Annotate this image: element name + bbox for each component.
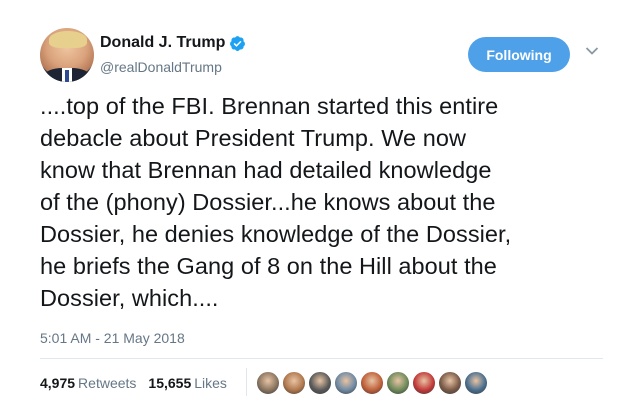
liker-avatar-4[interactable] xyxy=(334,371,358,395)
likes-stat[interactable]: 15,655 Likes xyxy=(148,375,227,391)
tweet-text-line: he briefs the Gang of 8 on the Hill abou… xyxy=(40,253,497,279)
user-handle[interactable]: @realDonaldTrump xyxy=(100,59,222,75)
display-name[interactable]: Donald J. Trump xyxy=(100,34,225,52)
liker-avatar-9[interactable] xyxy=(464,371,488,395)
divider xyxy=(40,358,603,359)
following-button[interactable]: Following xyxy=(468,37,570,72)
tweet-text-line: of the (phony) Dossier...he knows about … xyxy=(40,189,496,215)
liker-avatar-5[interactable] xyxy=(360,371,384,395)
tweet-timestamp[interactable]: 5:01 AM - 21 May 2018 xyxy=(40,330,185,346)
tweet-card: Donald J. Trump @realDonaldTrump Followi… xyxy=(0,0,640,412)
likes-count: 15,655 xyxy=(148,375,192,391)
tweet-text-line: debacle about President Trump. We now xyxy=(40,125,466,151)
liker-avatar-6[interactable] xyxy=(386,371,410,395)
tweet-header: Donald J. Trump @realDonaldTrump Followi… xyxy=(40,28,610,84)
liker-avatar-2[interactable] xyxy=(282,371,306,395)
tweet-text-line: ....top of the FBI. Brennan started this… xyxy=(40,93,499,119)
name-row: Donald J. Trump xyxy=(100,34,246,52)
retweets-count: 4,975 xyxy=(40,375,76,391)
liker-avatar-1[interactable] xyxy=(256,371,280,395)
liker-avatar-8[interactable] xyxy=(438,371,462,395)
tweet-stats: 4,975 Retweets 15,655 Likes xyxy=(40,375,227,391)
retweets-label: Retweets xyxy=(78,375,137,391)
likes-label: Likes xyxy=(194,375,227,391)
liker-avatar-3[interactable] xyxy=(308,371,332,395)
retweets-stat[interactable]: 4,975 Retweets xyxy=(40,375,136,391)
avatar[interactable] xyxy=(40,28,94,82)
tweet-text: ....top of the FBI. Brennan started this… xyxy=(40,90,615,314)
verified-badge-icon xyxy=(230,35,246,51)
tweet-text-line: Dossier, he denies knowledge of the Doss… xyxy=(40,221,512,247)
liker-avatar-7[interactable] xyxy=(412,371,436,395)
divider xyxy=(246,368,247,396)
chevron-down-icon[interactable] xyxy=(585,46,599,56)
tweet-text-line: know that Brennan had detailed knowledge xyxy=(40,157,492,183)
tweet-text-line: Dossier, which.... xyxy=(40,285,219,311)
